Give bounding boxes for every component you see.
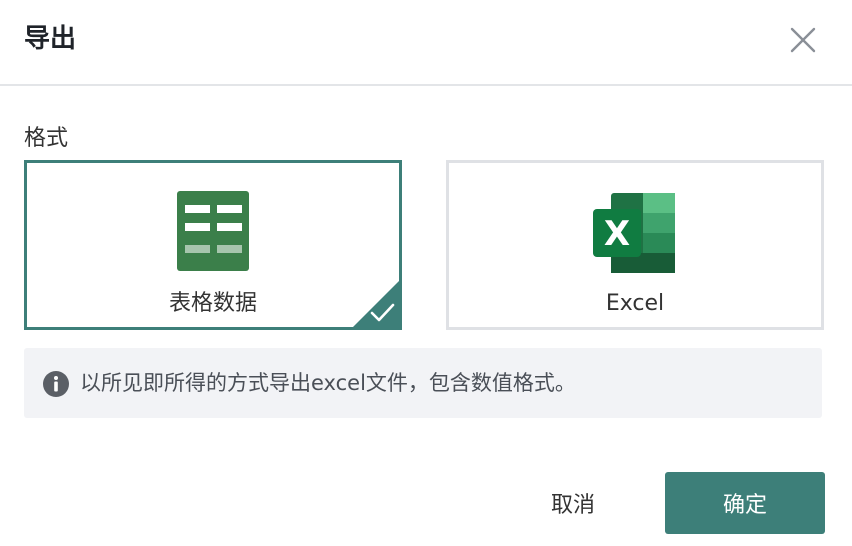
info-text: 以所见即所得的方式导出excel文件，包含数值格式。 (80, 371, 576, 395)
format-option-label: 表格数据 (168, 291, 257, 316)
close-button[interactable] (782, 20, 824, 60)
format-label: 格式 (24, 126, 69, 151)
dialog-header: 导出 (0, 0, 852, 86)
excel-icon: X (593, 193, 675, 273)
info-icon (43, 371, 69, 397)
dialog-title: 导出 (24, 24, 77, 54)
format-option-table-data[interactable]: 表格数据 (24, 160, 402, 330)
cancel-button[interactable]: 取消 (528, 472, 618, 534)
close-icon (790, 27, 816, 53)
export-dialog: 导出 格式 表格数据 X Excel 以所见即所得的方式导出excel文件，包含… (0, 0, 852, 546)
table-data-icon (177, 191, 249, 271)
selected-check-icon (353, 281, 399, 327)
info-box: 以所见即所得的方式导出excel文件，包含数值格式。 (24, 348, 822, 418)
format-option-label: Excel (605, 291, 665, 316)
format-option-excel[interactable]: X Excel (446, 160, 824, 330)
confirm-button[interactable]: 确定 (665, 472, 825, 534)
svg-text:X: X (604, 214, 630, 254)
